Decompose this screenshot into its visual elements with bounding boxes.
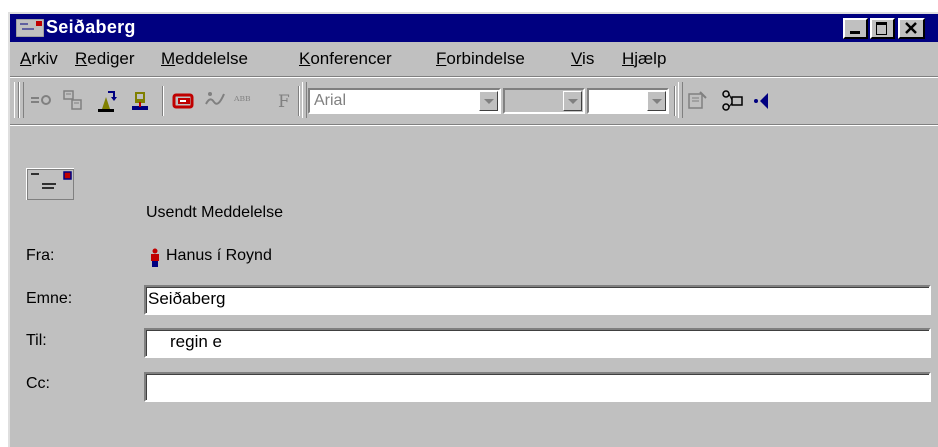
menu-rediger[interactable]: Rediger bbox=[75, 49, 135, 69]
mail-message-icon bbox=[15, 18, 45, 38]
to-field[interactable] bbox=[144, 328, 931, 358]
font-name-value: Arial bbox=[314, 92, 347, 109]
close-icon bbox=[905, 22, 917, 34]
person-icon bbox=[150, 248, 160, 268]
minimize-icon bbox=[850, 31, 860, 34]
chevron-down-icon[interactable] bbox=[479, 91, 498, 111]
text-style-icon[interactable]: ᴬᴮᴮ bbox=[232, 88, 266, 114]
font-name-combo[interactable]: Arial bbox=[308, 88, 501, 114]
message-status: Usendt Meddelelse bbox=[146, 204, 283, 221]
window-title: Seiðaberg bbox=[46, 17, 136, 37]
sender-icon[interactable] bbox=[128, 88, 156, 114]
svg-text:F: F bbox=[278, 92, 290, 112]
toolbar-separator bbox=[162, 86, 164, 116]
from-label: Fra: bbox=[26, 247, 55, 264]
font-icon[interactable]: F bbox=[272, 88, 300, 114]
toolbar-grip bbox=[302, 82, 307, 118]
menu-hjaelp[interactable]: Hjælp bbox=[622, 49, 666, 69]
reply-icon[interactable] bbox=[752, 88, 770, 114]
properties-icon[interactable] bbox=[684, 88, 712, 114]
from-value: Hanus í Roynd bbox=[166, 247, 272, 264]
to-input[interactable] bbox=[170, 332, 920, 352]
routing-icon[interactable] bbox=[718, 88, 746, 114]
minimize-button[interactable] bbox=[843, 18, 868, 39]
address-book-icon[interactable] bbox=[60, 88, 88, 114]
cc-input[interactable] bbox=[148, 376, 918, 396]
chevron-down-icon[interactable] bbox=[563, 91, 582, 111]
subject-label: Emne: bbox=[26, 290, 73, 307]
font-size-combo[interactable] bbox=[503, 88, 585, 114]
menu-meddelelse[interactable]: Meddelelse bbox=[161, 49, 248, 69]
toolbar-separator bbox=[298, 86, 300, 116]
cc-label: Cc: bbox=[26, 375, 50, 392]
maximize-icon bbox=[876, 22, 887, 35]
spell-check-icon[interactable] bbox=[202, 88, 230, 114]
to-label: Til: bbox=[26, 332, 47, 349]
send-icon[interactable] bbox=[28, 88, 56, 114]
attach-icon[interactable] bbox=[170, 88, 198, 114]
toolbar-grip bbox=[19, 82, 24, 118]
toolbar-grip bbox=[678, 82, 683, 118]
maximize-button[interactable] bbox=[870, 18, 895, 39]
cc-field[interactable] bbox=[144, 372, 931, 402]
envelope-icon bbox=[26, 168, 74, 200]
message-window: Seiðaberg Arkiv Rediger Meddelelse Konfe… bbox=[8, 12, 938, 447]
menu-bar: Arkiv Rediger Meddelelse Konferencer For… bbox=[10, 42, 938, 76]
font-color-combo[interactable] bbox=[587, 88, 669, 114]
close-button[interactable] bbox=[898, 18, 925, 39]
svg-text:ᴬᴮᴮ: ᴬᴮᴮ bbox=[233, 94, 251, 108]
menu-vis[interactable]: Vis bbox=[571, 49, 594, 69]
toolbar-divider bbox=[10, 124, 938, 126]
subject-input[interactable] bbox=[148, 289, 918, 309]
title-bar[interactable]: Seiðaberg bbox=[10, 14, 938, 42]
toolbar: ᴬᴮᴮ F Arial bbox=[10, 78, 938, 124]
toolbar-separator bbox=[674, 86, 676, 116]
subject-field[interactable] bbox=[144, 285, 931, 315]
menu-forbindelse[interactable]: Forbindelse bbox=[436, 49, 525, 69]
check-names-icon[interactable] bbox=[94, 88, 122, 114]
menu-konferencer[interactable]: Konferencer bbox=[299, 49, 392, 69]
chevron-down-icon[interactable] bbox=[647, 91, 666, 111]
menu-arkiv[interactable]: Arkiv bbox=[20, 49, 58, 69]
